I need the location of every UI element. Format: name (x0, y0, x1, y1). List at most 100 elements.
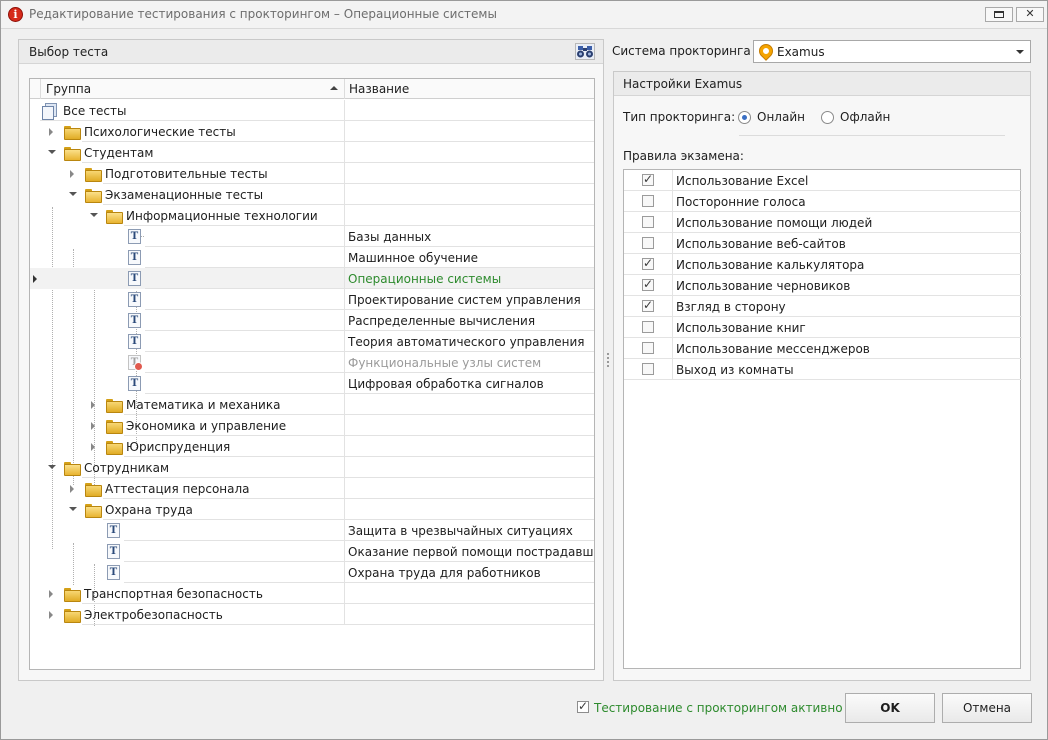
test-icon: T (107, 544, 120, 559)
column-name[interactable]: Название (345, 79, 594, 99)
folder-open-icon (64, 462, 81, 476)
rule-label: Посторонние голоса (676, 195, 806, 209)
expand-icon[interactable] (49, 590, 53, 598)
expand-icon[interactable] (49, 611, 53, 619)
tree-row-test[interactable]: T Теория автоматического управления (30, 331, 594, 352)
divider (739, 135, 1005, 136)
tree-row-name: Распределенные вычисления (348, 314, 536, 328)
expand-icon[interactable] (70, 485, 74, 493)
tree-row-all-tests[interactable]: Все тесты (30, 100, 594, 121)
cancel-button[interactable]: Отмена (942, 693, 1032, 723)
tree-row-folder[interactable]: Экономика и управление (30, 415, 594, 436)
rule-row[interactable]: Использование книг (624, 317, 1022, 338)
collapse-icon[interactable] (48, 465, 56, 469)
tree-row-folder[interactable]: Сотрудникам (30, 457, 594, 478)
tree-row-folder[interactable]: Подготовительные тесты (30, 163, 594, 184)
expand-icon[interactable] (49, 128, 53, 136)
tree-row-folder[interactable]: Аттестация персонала (30, 478, 594, 499)
tree-row-label: Сотрудникам (84, 461, 170, 475)
rule-checkbox[interactable] (642, 237, 654, 249)
rule-row[interactable]: ✓ Взгляд в сторону (624, 296, 1022, 317)
tree-row-folder[interactable]: Электробезопасность (30, 604, 594, 625)
tree-row-folder[interactable]: Экзаменационные тесты (30, 184, 594, 205)
folder-open-icon (85, 504, 102, 518)
ok-button[interactable]: OK (845, 693, 935, 723)
tree-row-test-disabled[interactable]: T Функциональные узлы систем (30, 352, 594, 373)
rule-row[interactable]: Использование мессенджеров (624, 338, 1022, 359)
test-disabled-icon: T (128, 355, 143, 371)
radio-online-label: Онлайн (757, 110, 805, 124)
tree-row-folder[interactable]: Психологические тесты (30, 121, 594, 142)
rule-label: Использование книг (676, 321, 806, 335)
tree-row-name: Теория автоматического управления (348, 335, 585, 349)
restore-button[interactable] (985, 7, 1013, 22)
rule-checkbox[interactable] (642, 342, 654, 354)
tree-row-folder[interactable]: Юриспруденция (30, 436, 594, 457)
tree-row-name: Защита в чрезвычайных ситуациях (348, 524, 573, 538)
rule-checkbox[interactable]: ✓ (642, 173, 654, 186)
tree-header: Группа Название (30, 79, 594, 99)
rule-label: Использование помощи людей (676, 216, 873, 230)
radio-offline-indicator[interactable] (821, 111, 834, 124)
tree-row-test[interactable]: T Охрана труда для работников (30, 562, 594, 583)
proctoring-type-label: Тип прокторинга: (623, 110, 736, 124)
tree-row-label: Студентам (84, 146, 154, 160)
examus-settings-header: Настройки Examus (614, 72, 1030, 96)
rule-checkbox[interactable]: ✓ (642, 257, 654, 270)
tree-row-test[interactable]: T Защита в чрезвычайных ситуациях (30, 520, 594, 541)
proctoring-system-select[interactable]: Examus (753, 40, 1031, 63)
rule-checkbox[interactable]: ✓ (642, 299, 654, 312)
tree-row-test[interactable]: T Проектирование систем управления (30, 289, 594, 310)
rule-label: Использование черновиков (676, 279, 851, 293)
panel-splitter[interactable] (607, 353, 609, 367)
expand-icon[interactable] (91, 443, 95, 451)
tree-row-test[interactable]: T Машинное обучение (30, 247, 594, 268)
rule-label: Использование мессенджеров (676, 342, 870, 356)
find-button[interactable] (575, 43, 595, 60)
collapse-icon[interactable] (69, 507, 77, 511)
rule-row[interactable]: Использование веб-сайтов (624, 233, 1022, 254)
radio-online-indicator[interactable] (738, 111, 751, 124)
rule-checkbox[interactable]: ✓ (642, 278, 654, 291)
tree-row-folder[interactable]: Транспортная безопасность (30, 583, 594, 604)
collapse-icon[interactable] (48, 150, 56, 154)
rule-checkbox[interactable] (642, 321, 654, 333)
window-title: Редактирование тестирования с прокторинг… (29, 7, 497, 21)
tree-row-folder[interactable]: Охрана труда (30, 499, 594, 520)
rule-row[interactable]: Выход из комнаты (624, 359, 1022, 380)
expand-icon[interactable] (70, 170, 74, 178)
tree-row-test[interactable]: T Оказание первой помощи пострадавшим (30, 541, 594, 562)
tree-row-folder[interactable]: Информационные технологии (30, 205, 594, 226)
rule-checkbox[interactable] (642, 363, 654, 375)
rule-row[interactable]: ✓ Использование калькулятора (624, 254, 1022, 275)
rule-row[interactable]: ✓ Использование черновиков (624, 275, 1022, 296)
expand-icon[interactable] (91, 422, 95, 430)
rule-checkbox[interactable] (642, 195, 654, 207)
tree-row-test-selected[interactable]: T Операционные системы (30, 268, 594, 289)
column-group[interactable]: Группа (40, 79, 345, 99)
collapse-icon[interactable] (90, 213, 98, 217)
rule-checkbox[interactable] (642, 216, 654, 228)
tree-row-test[interactable]: T Распределенные вычисления (30, 310, 594, 331)
sort-asc-icon (330, 86, 338, 90)
proctoring-system-value: Examus (777, 45, 825, 59)
rule-row[interactable]: ✓ Использование Excel (624, 170, 1022, 191)
rule-row[interactable]: Использование помощи людей (624, 212, 1022, 233)
chevron-down-icon[interactable] (1016, 50, 1024, 54)
rule-row[interactable]: Посторонние голоса (624, 191, 1022, 212)
expand-icon[interactable] (91, 401, 95, 409)
collapse-icon[interactable] (69, 192, 77, 196)
folder-icon (106, 441, 123, 455)
tree-row-folder[interactable]: Математика и механика (30, 394, 594, 415)
tree-row-label: Все тесты (63, 104, 127, 118)
binoculars-icon (577, 46, 593, 58)
proctoring-active-check-icon[interactable]: ✓ (577, 700, 589, 713)
tree-row-label: Математика и механика (126, 398, 281, 412)
tree-row-label: Подготовительные тесты (105, 167, 268, 181)
close-button[interactable]: ✕ (1016, 7, 1044, 22)
tree-row-test[interactable]: T Цифровая обработка сигналов (30, 373, 594, 394)
tree-row-name: Машинное обучение (348, 251, 479, 265)
tree-row-test[interactable]: T Базы данных (30, 226, 594, 247)
tree-row-folder[interactable]: Студентам (30, 142, 594, 163)
test-tree[interactable]: Группа Название Все тесты Психологически… (29, 78, 595, 670)
